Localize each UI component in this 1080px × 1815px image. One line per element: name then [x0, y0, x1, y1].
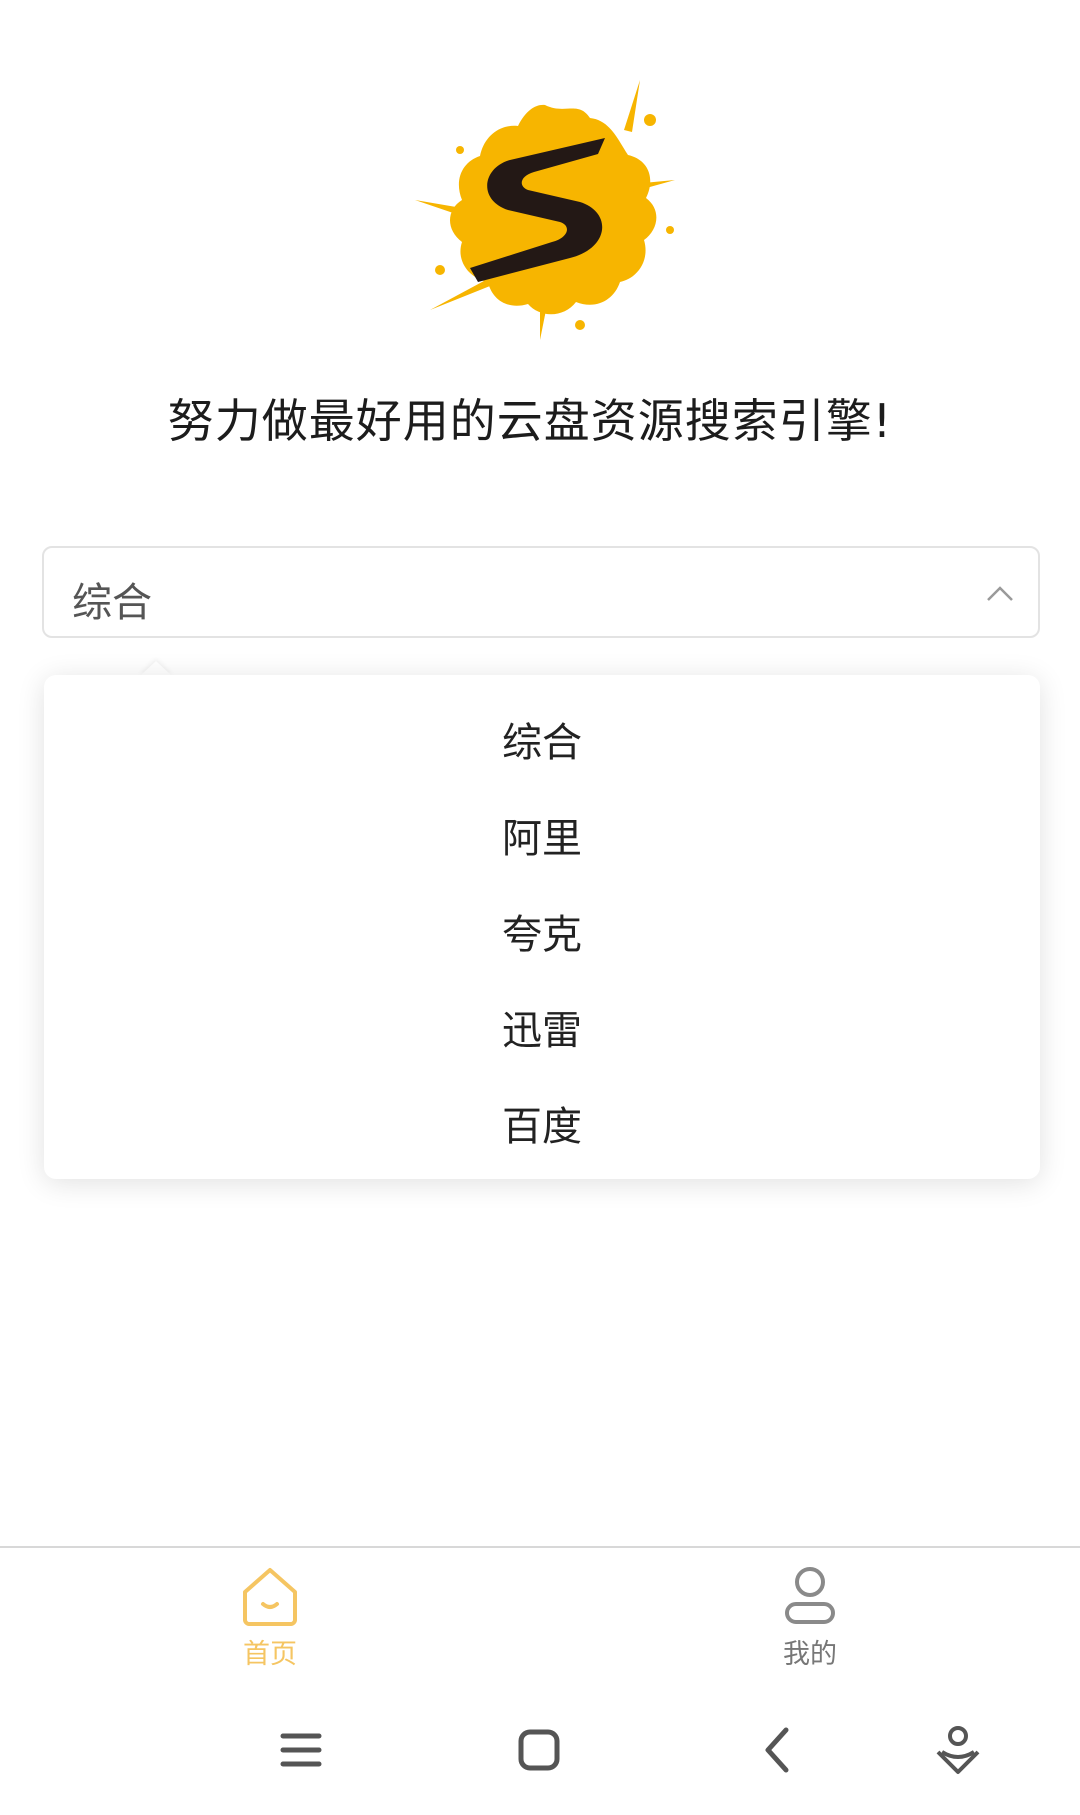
tab-home[interactable]: 首页	[190, 1560, 350, 1680]
search-type-select[interactable]: 综合	[42, 546, 1040, 638]
app-logo	[400, 60, 690, 350]
menu-icon[interactable]	[273, 1722, 329, 1778]
user-icon	[785, 1567, 835, 1624]
dropdown-option-aliyun[interactable]: 阿里	[44, 809, 1040, 869]
dropdown-option-quark[interactable]: 夸克	[44, 905, 1040, 965]
dropdown-option-baidu[interactable]: 百度	[44, 1097, 1040, 1157]
back-icon[interactable]	[750, 1722, 806, 1778]
dropdown-caret	[140, 661, 172, 676]
tabbar-divider	[0, 1546, 1080, 1548]
tab-mine-label: 我的	[783, 1639, 837, 1670]
assistant-icon[interactable]	[930, 1722, 986, 1778]
home-icon	[243, 1568, 297, 1626]
dropdown-option-all[interactable]: 综合	[44, 713, 1040, 773]
tab-mine[interactable]: 我的	[730, 1560, 890, 1680]
tab-home-label: 首页	[243, 1639, 297, 1670]
chevron-up-icon	[987, 586, 1013, 601]
dropdown-option-xunlei[interactable]: 迅雷	[44, 1001, 1040, 1061]
select-current-value: 综合	[72, 580, 152, 626]
home-square-icon[interactable]	[511, 1722, 567, 1778]
search-type-dropdown: 综合 阿里 夸克 迅雷 百度	[44, 675, 1040, 1179]
page-tagline: 努力做最好用的云盘资源搜索引擎!	[167, 394, 893, 448]
